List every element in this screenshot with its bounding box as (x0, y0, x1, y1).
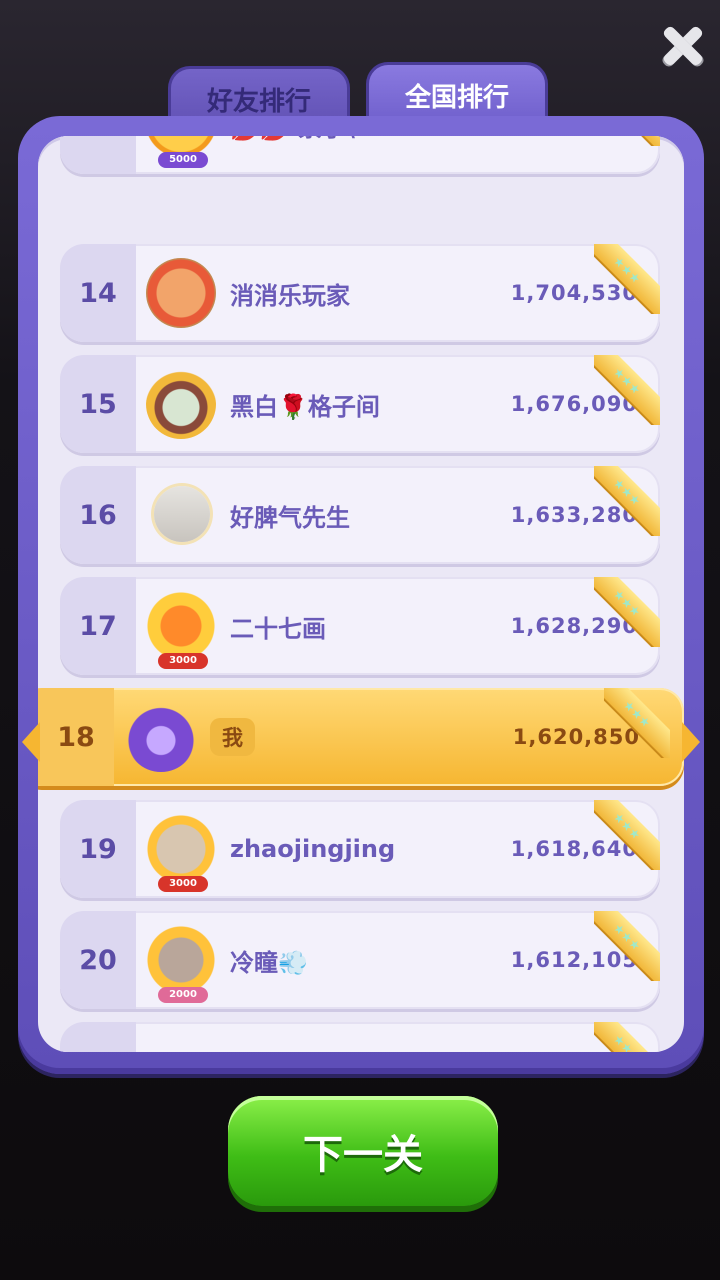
rank-number: 20 (79, 944, 117, 976)
level-badge: 3000 (158, 876, 208, 892)
current-row-right-arrow (682, 722, 700, 762)
close-icon[interactable] (660, 24, 704, 68)
list-item[interactable]: 16 好脾气先生 1,633,280 ★★★ (60, 466, 660, 564)
player-name: zhaojingjing (230, 835, 396, 863)
list-item[interactable]: 17 3000 二十七画 1,628,290 ★★★ (60, 577, 660, 675)
level-badge: 5000 (158, 152, 208, 168)
level-badge: 2000 (158, 987, 208, 1003)
player-name: 黑白🌹格子间 (230, 392, 380, 421)
avatar (146, 925, 216, 995)
list-item-current-player[interactable]: 18 我 1,620,850 ★★★ (38, 688, 684, 786)
list-item[interactable]: 13 5000 💋💋 累了\... 1,720,540 ★★★ (60, 136, 660, 174)
list-item[interactable]: 14 消消乐玩家 1,704,530 ★★★ (60, 244, 660, 342)
star-ribbon-icon: ★★★ (594, 355, 660, 425)
list-item[interactable]: ★★★ (60, 1022, 660, 1052)
rank-number: 19 (79, 833, 117, 865)
rank-number: 18 (57, 721, 95, 753)
player-name: 我 (210, 688, 255, 786)
avatar (154, 486, 210, 542)
player-name: 消消乐玩家 (230, 281, 350, 310)
rank-number: 15 (79, 388, 117, 420)
rank-number: 16 (79, 499, 117, 531)
player-name: 好脾气先生 (230, 503, 350, 532)
star-ribbon-icon: ★★★ (594, 466, 660, 536)
star-ribbon-icon: ★★★ (594, 911, 660, 981)
avatar (146, 369, 216, 439)
avatar (146, 591, 216, 661)
star-ribbon-icon: ★★★ (594, 1022, 660, 1052)
star-ribbon-icon: ★★★ (604, 688, 670, 758)
avatar (146, 258, 216, 328)
star-ribbon-icon: ★★★ (594, 577, 660, 647)
rank-number: 13 (60, 136, 136, 174)
owl-avatar (126, 702, 196, 772)
avatar (146, 814, 216, 884)
current-row-left-arrow (22, 722, 40, 762)
rank-number: 17 (79, 610, 117, 642)
me-tag: 我 (210, 718, 255, 756)
star-ribbon-icon: ★★★ (594, 136, 660, 146)
rank-number: 14 (79, 277, 117, 309)
list-item[interactable]: 20 2000 冷瞳💨 1,612,105 ★★★ (60, 911, 660, 1009)
player-name: 💋💋 累了\... (230, 136, 382, 174)
list-item[interactable]: 15 黑白🌹格子间 1,676,090 ★★★ (60, 355, 660, 453)
star-ribbon-icon: ★★★ (594, 244, 660, 314)
next-level-label: 下一关 (303, 1132, 423, 1178)
player-name: 二十七画 (230, 614, 326, 643)
level-badge: 3000 (158, 653, 208, 669)
star-ribbon-icon: ★★★ (594, 800, 660, 870)
leaderboard-list[interactable]: 13 5000 💋💋 累了\... 1,720,540 ★★★ 14 消消乐玩家… (38, 136, 684, 1052)
list-item[interactable]: 19 3000 zhaojingjing 1,618,640 ★★★ (60, 800, 660, 898)
next-level-button[interactable]: 下一关 (228, 1096, 498, 1206)
player-name: 冷瞳💨 (230, 948, 308, 977)
